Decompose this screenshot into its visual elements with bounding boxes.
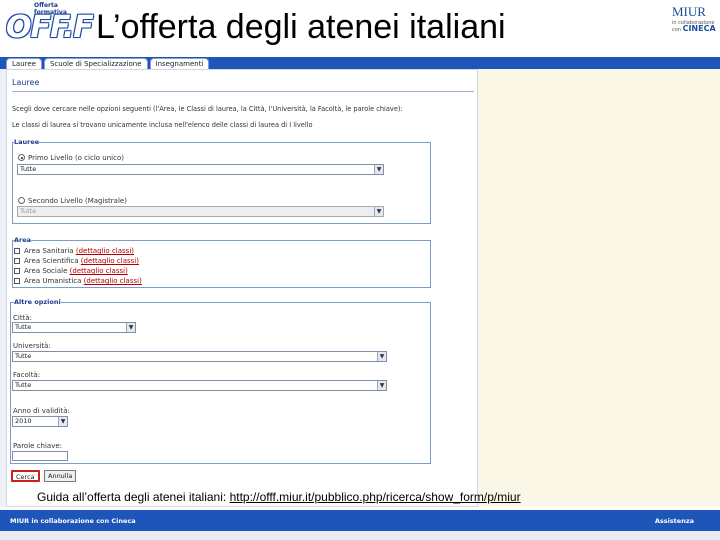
faculty-value: Tutte: [15, 381, 32, 389]
city-select[interactable]: Tutte ▼: [12, 322, 136, 333]
footer-bar: MIUR in collaborazione con Cineca Assist…: [0, 510, 720, 531]
area-scientifica: Area Scientifica (dettaglio classi): [24, 257, 139, 265]
checkbox-area-sanitaria[interactable]: [14, 248, 20, 254]
offf-logo[interactable]: Offerta formativa OFF.F: [4, 2, 94, 48]
miur-note-2: con CINECA: [672, 24, 718, 34]
caption-prefix: Guida all’offerta degli atenei italiani:: [37, 490, 230, 504]
year-label: Anno di validità:: [13, 407, 70, 415]
tab-scuole-specializzazione[interactable]: Scuole di Specializzazione: [43, 58, 148, 69]
secondo-livello-select[interactable]: Tutte ▼: [17, 206, 384, 217]
city-label: Città:: [13, 314, 32, 322]
area-sanitaria-link[interactable]: (dettaglio classi): [76, 247, 134, 255]
chevron-down-icon: ▼: [374, 207, 383, 216]
radio-primo-livello[interactable]: [18, 154, 25, 161]
cineca-name: CINECA: [682, 24, 716, 33]
reset-button[interactable]: Annulla: [44, 470, 77, 482]
keywords-label: Parole chiave:: [13, 442, 63, 450]
other-options-legend: Altre opzioni: [14, 298, 61, 306]
university-value: Tutte: [15, 352, 32, 360]
area-sociale-link[interactable]: (dettaglio classi): [70, 267, 128, 275]
area-sociale-label: Area Sociale: [24, 267, 68, 275]
radio-secondo-livello-label: Secondo Livello (Magistrale): [28, 197, 127, 205]
checkbox-area-scientifica[interactable]: [14, 258, 20, 264]
chevron-down-icon: ▼: [377, 381, 386, 390]
miur-logo[interactable]: MIUR in collaborazione con CINECA: [672, 4, 718, 44]
search-button[interactable]: Cerca: [11, 470, 40, 482]
keywords-input[interactable]: [12, 451, 68, 461]
caption-url[interactable]: http://offf.miur.it/pubblico.php/ricerca…: [230, 490, 521, 504]
area-umanistica-link[interactable]: (dettaglio classi): [84, 277, 142, 285]
checkbox-area-umanistica[interactable]: [14, 278, 20, 284]
area-sociale: Area Sociale (dettaglio classi): [24, 267, 128, 275]
logo-mark: OFF.F: [6, 10, 94, 45]
miur-name: MIUR: [672, 4, 706, 19]
area-umanistica-label: Area Umanistica: [24, 277, 82, 285]
area-scientifica-link[interactable]: (dettaglio classi): [81, 257, 139, 265]
year-value: 2010: [15, 417, 32, 425]
area-scientifica-label: Area Scientifica: [24, 257, 79, 265]
university-label: Università:: [13, 342, 51, 350]
footer-credit: MIUR in collaborazione con Cineca: [10, 517, 136, 525]
tab-lauree[interactable]: Lauree: [6, 58, 42, 69]
miur-note-2-text: con: [672, 27, 681, 33]
note: Le classi di laurea si trovano unicament…: [12, 121, 313, 129]
city-value: Tutte: [15, 323, 32, 331]
slide: Offerta formativa OFF.F L’offerta degli …: [0, 0, 720, 540]
year-select[interactable]: 2010 ▼: [12, 416, 68, 427]
caption: Guida all’offerta degli atenei italiani:…: [37, 490, 521, 504]
page-title: L’offerta degli atenei italiani: [96, 8, 506, 46]
instructions: Scegli dove cercare nelle opzioni seguen…: [12, 105, 403, 113]
primo-livello-value: Tutte: [20, 165, 37, 173]
area-legend: Area: [14, 236, 32, 244]
chevron-down-icon: ▼: [374, 165, 383, 174]
university-select[interactable]: Tutte ▼: [12, 351, 387, 362]
faculty-select[interactable]: Tutte ▼: [12, 380, 387, 391]
secondo-livello-value: Tutte: [20, 207, 37, 215]
section-rule: [12, 91, 474, 92]
radio-primo-livello-label: Primo Livello (o ciclo unico): [28, 154, 124, 162]
assistance-link[interactable]: Assistenza: [655, 517, 694, 525]
primo-livello-select[interactable]: Tutte ▼: [17, 164, 384, 175]
right-pane: [478, 69, 720, 507]
chevron-down-icon: ▼: [377, 352, 386, 361]
area-umanistica: Area Umanistica (dettaglio classi): [24, 277, 142, 285]
section-title: Lauree: [12, 78, 40, 87]
area-sanitaria: Area Sanitaria (dettaglio classi): [24, 247, 134, 255]
chevron-down-icon: ▼: [58, 417, 67, 426]
faculty-label: Facoltà:: [13, 371, 41, 379]
area-sanitaria-label: Area Sanitaria: [24, 247, 74, 255]
tab-insegnamenti[interactable]: Insegnamenti: [149, 58, 210, 69]
radio-secondo-livello[interactable]: [18, 197, 25, 204]
checkbox-area-sociale[interactable]: [14, 268, 20, 274]
lauree-legend: Lauree: [14, 138, 40, 146]
bottom-strip: [0, 531, 720, 540]
chevron-down-icon: ▼: [126, 323, 135, 332]
